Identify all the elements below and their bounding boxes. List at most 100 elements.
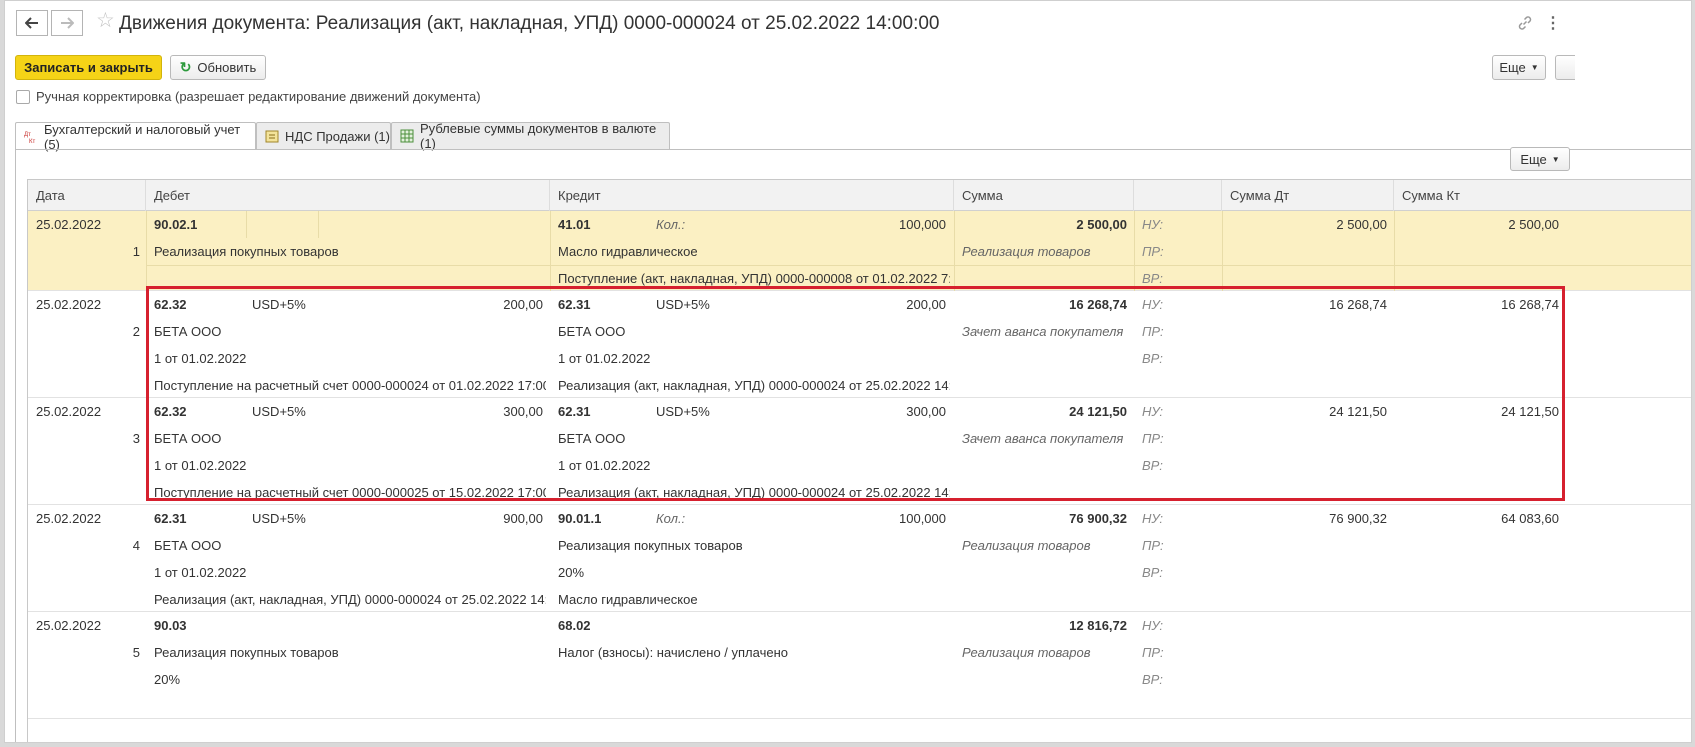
tax-type-label: ВР: bbox=[1142, 671, 1163, 687]
tax-type-label: ПР: bbox=[1142, 645, 1164, 660]
row-sum: 2 500,00 bbox=[1076, 217, 1127, 232]
tab-ruble-sums-label: Рублевые суммы документов в валюте (1) bbox=[420, 121, 657, 151]
row-number: 2 bbox=[132, 324, 140, 339]
debit-account: 62.31 bbox=[154, 511, 187, 527]
column-separator bbox=[954, 211, 955, 292]
table-row[interactable]: 25.02.2022 4 62.31 USD+5% 900,00 БЕТА ООО 1 от… bbox=[28, 505, 1691, 613]
window-edge-button[interactable] bbox=[1555, 55, 1575, 80]
table-row[interactable]: 25.02.2022 5 90.03 Реализация покупных това… bbox=[28, 612, 1691, 720]
row-number: 4 bbox=[132, 538, 140, 553]
row-content: Реализация товаров bbox=[962, 243, 1091, 259]
credit-subconto: Масло гидравлическое bbox=[558, 243, 698, 259]
dt-kt-icon: ДтКт bbox=[24, 132, 35, 144]
row-date: 25.02.2022 bbox=[36, 618, 102, 634]
table-more-label: Еще bbox=[1520, 151, 1547, 167]
column-separator bbox=[1394, 211, 1395, 292]
table-row[interactable]: 25.02.2022 1 90.02.1 Реализация покупных то… bbox=[28, 211, 1691, 292]
col-debit[interactable]: Дебет bbox=[146, 180, 550, 211]
credit-subconto: Поступление (акт, накладная, УПД) 0000-0… bbox=[558, 270, 950, 286]
tab-vat-sales[interactable]: НДС Продажи (1) bbox=[256, 122, 391, 149]
more-vertical-icon[interactable]: ⋮ bbox=[1545, 13, 1561, 33]
credit-subconto: Налог (взносы): начислено / уплачено bbox=[558, 645, 788, 660]
row-sum-dt: 2 500,00 bbox=[1336, 217, 1387, 232]
credit-subconto: 20% bbox=[558, 564, 585, 580]
col-sum-dt[interactable]: Сумма Дт bbox=[1222, 180, 1394, 211]
manual-correction-checkbox[interactable] bbox=[16, 90, 30, 104]
debit-subconto: БЕТА ООО bbox=[154, 538, 222, 553]
column-separator bbox=[550, 211, 551, 292]
svg-text:Дт: Дт bbox=[24, 132, 31, 138]
col-sum-kt[interactable]: Сумма Кт bbox=[1394, 180, 1691, 211]
row-sum-dt: 76 900,32 bbox=[1329, 511, 1387, 527]
row-sum: 76 900,32 bbox=[1069, 511, 1127, 527]
tax-type-label: ВР: bbox=[1142, 270, 1163, 286]
column-separator bbox=[146, 211, 147, 292]
subcolumn-separator bbox=[318, 211, 319, 238]
refresh-icon: ↻ bbox=[179, 59, 192, 75]
tab-accounting[interactable]: Дт Кт Бухгалтерский и налоговый учет (5) bbox=[15, 121, 256, 152]
row-date: 25.02.2022 bbox=[36, 404, 102, 420]
row-sum-kt: 64 083,60 bbox=[1501, 511, 1559, 527]
credit-account: 41.01 bbox=[558, 217, 591, 232]
debit-currency: USD+5% bbox=[252, 511, 306, 527]
tab-accounting-label: Бухгалтерский и налоговый учет (5) bbox=[44, 121, 241, 152]
credit-amount: 100,000 bbox=[899, 217, 946, 232]
tax-type-label: ВР: bbox=[1142, 564, 1163, 580]
table-header: Дата Дебет Кредит Сумма Сумма Дт Сумма К… bbox=[28, 180, 1691, 211]
table-more-button[interactable]: Еще ▼ bbox=[1510, 147, 1570, 171]
credit-account: 68.02 bbox=[558, 618, 591, 634]
arrow-right-icon bbox=[61, 17, 74, 29]
highlight-frame bbox=[146, 286, 1565, 501]
row-date: 25.02.2022 bbox=[36, 297, 102, 313]
back-button[interactable] bbox=[16, 10, 48, 36]
col-sum[interactable]: Сумма bbox=[954, 180, 1134, 211]
debit-subconto: 20% bbox=[154, 671, 181, 687]
tab-vat-sales-label: НДС Продажи (1) bbox=[285, 128, 390, 144]
col-tax-type[interactable] bbox=[1134, 180, 1222, 211]
subcolumn-separator bbox=[246, 211, 247, 238]
tax-type-label: НУ: bbox=[1142, 511, 1164, 527]
register-icon bbox=[265, 130, 279, 143]
debit-account: 90.02.1 bbox=[154, 217, 198, 232]
row-date: 25.02.2022 bbox=[36, 217, 102, 232]
window-title: Движения документа: Реализация (акт, нак… bbox=[119, 13, 940, 34]
debit-account: 90.03 bbox=[154, 618, 187, 634]
dropdown-arrow-icon: ▼ bbox=[1551, 154, 1560, 164]
row-divider bbox=[146, 264, 1691, 266]
more-menu-button[interactable]: Еще ▼ bbox=[1492, 55, 1546, 80]
tax-type-label: ПР: bbox=[1142, 243, 1164, 259]
credit-account: 90.01.1 bbox=[558, 511, 602, 527]
star-icon[interactable]: ☆ bbox=[96, 10, 115, 32]
more-label: Еще bbox=[1499, 60, 1526, 75]
manual-correction-label: Ручная корректировка (разрешает редактир… bbox=[36, 89, 481, 104]
row-content: Реализация товаров bbox=[962, 538, 1091, 553]
document-movements-window: ☆ Движения документа: Реализация (акт, н… bbox=[4, 0, 1692, 743]
debit-amount: 900,00 bbox=[503, 511, 543, 527]
link-icon[interactable] bbox=[1517, 15, 1533, 31]
refresh-button[interactable]: ↻ Обновить bbox=[170, 55, 266, 80]
row-date: 25.02.2022 bbox=[36, 511, 102, 527]
debit-subconto: Реализация покупных товаров bbox=[154, 243, 339, 259]
credit-qty-label: Кол.: bbox=[656, 217, 686, 232]
debit-subconto: Реализация (акт, накладная, УПД) 0000-00… bbox=[154, 591, 546, 607]
row-sum: 12 816,72 bbox=[1069, 618, 1127, 634]
debit-subconto: 1 от 01.02.2022 bbox=[154, 564, 247, 580]
table-icon bbox=[400, 129, 414, 143]
col-credit[interactable]: Кредит bbox=[550, 180, 954, 211]
arrow-left-icon bbox=[25, 17, 38, 29]
refresh-label: Обновить bbox=[197, 60, 257, 75]
svg-text:Кт: Кт bbox=[29, 139, 35, 144]
row-number: 3 bbox=[132, 431, 140, 446]
row-number: 5 bbox=[132, 645, 140, 660]
row-content: Реализация товаров bbox=[962, 645, 1091, 660]
column-separator bbox=[1222, 211, 1223, 292]
save-close-button[interactable]: Записать и закрыть bbox=[15, 55, 162, 80]
tax-type-label: НУ: bbox=[1142, 618, 1164, 634]
forward-button[interactable] bbox=[51, 10, 83, 36]
col-date[interactable]: Дата bbox=[28, 180, 146, 211]
credit-qty-label: Кол.: bbox=[656, 511, 686, 527]
column-separator bbox=[1134, 211, 1135, 292]
row-sum-kt: 2 500,00 bbox=[1508, 217, 1559, 232]
tab-ruble-sums[interactable]: Рублевые суммы документов в валюте (1) bbox=[391, 121, 670, 151]
credit-subconto: Реализация покупных товаров bbox=[558, 538, 743, 553]
